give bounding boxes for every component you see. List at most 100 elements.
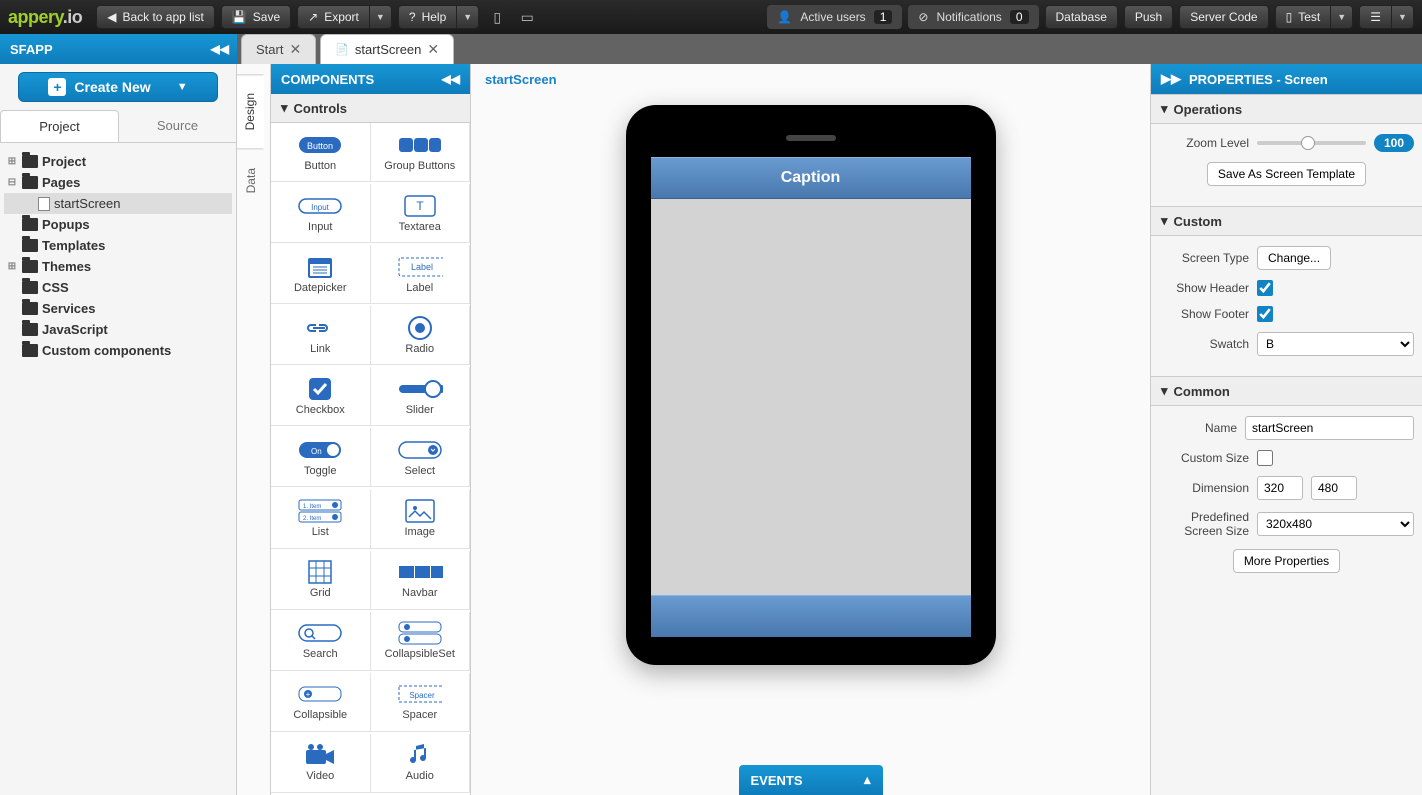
folder-icon	[22, 239, 38, 252]
close-icon[interactable]: ✕	[289, 41, 301, 58]
swatch-label: Swatch	[1159, 337, 1249, 351]
component-link[interactable]: Link	[271, 306, 371, 365]
tree-templates[interactable]: Templates	[4, 235, 232, 256]
expand-icon[interactable]: ⊞	[6, 156, 18, 167]
component-group-buttons[interactable]: Group Buttons	[371, 123, 471, 182]
component-list[interactable]: 1. Item2. ItemList	[271, 490, 371, 549]
screen-canvas[interactable]: Caption	[651, 157, 971, 637]
close-icon[interactable]: ✕	[427, 41, 439, 58]
back-to-app-list-button[interactable]: ◀Back to app list	[96, 5, 215, 29]
events-bar[interactable]: EVENTS ▴	[739, 765, 883, 795]
tab-start[interactable]: Start✕	[241, 34, 316, 64]
test-button[interactable]: ▯Test	[1275, 5, 1332, 29]
notifications-pill[interactable]: ⊘Notifications0	[908, 5, 1038, 29]
tab-startscreen[interactable]: 📄startScreen✕	[320, 34, 454, 64]
file-icon	[38, 197, 50, 211]
server-code-button[interactable]: Server Code	[1179, 5, 1268, 29]
screen-body[interactable]	[651, 199, 971, 595]
expand-right-icon[interactable]: ▶▶	[1161, 71, 1181, 87]
push-button[interactable]: Push	[1124, 5, 1173, 29]
component-collapsibleset[interactable]: CollapsibleSet	[371, 612, 471, 671]
export-icon: ↗	[308, 10, 318, 24]
component-toggle[interactable]: OnToggle	[271, 428, 371, 487]
create-new-button[interactable]: + Create New ▼	[18, 72, 218, 102]
active-users-pill[interactable]: 👤Active users1	[767, 5, 902, 29]
component-datepicker[interactable]: Datepicker	[271, 245, 371, 304]
more-properties-button[interactable]: More Properties	[1233, 549, 1340, 573]
tree-services[interactable]: Services	[4, 298, 232, 319]
show-header-checkbox[interactable]	[1257, 280, 1273, 296]
components-palette: COMPONENTS ◀◀ ▾Controls ButtonButton Gro…	[271, 64, 471, 795]
tree-themes[interactable]: ⊞Themes	[4, 256, 232, 277]
component-collapsible[interactable]: +Collapsible	[271, 673, 371, 732]
export-dropdown[interactable]: ▼	[370, 5, 392, 29]
section-operations[interactable]: ▾Operations	[1151, 94, 1422, 124]
export-button[interactable]: ↗Export	[297, 5, 370, 29]
section-common[interactable]: ▾Common	[1151, 376, 1422, 406]
component-video[interactable]: Video	[271, 734, 371, 793]
slider-thumb[interactable]	[1301, 136, 1315, 150]
menu-dropdown[interactable]: ▼	[1392, 5, 1414, 29]
section-custom[interactable]: ▾Custom	[1151, 206, 1422, 236]
component-checkbox[interactable]: Checkbox	[271, 367, 371, 426]
screen-footer[interactable]	[651, 595, 971, 637]
component-radio[interactable]: Radio	[371, 306, 471, 365]
collapse-icon[interactable]: ⊟	[6, 177, 18, 188]
vtab-design[interactable]: Design	[236, 74, 264, 149]
component-navbar[interactable]: Navbar	[371, 551, 471, 610]
tree-javascript[interactable]: JavaScript	[4, 319, 232, 340]
breadcrumb[interactable]: startScreen	[471, 64, 1150, 95]
dimension-width-input[interactable]	[1257, 476, 1303, 500]
tree-popups[interactable]: Popups	[4, 214, 232, 235]
component-slider[interactable]: Slider	[371, 367, 471, 426]
custom-size-checkbox[interactable]	[1257, 450, 1273, 466]
predefined-size-select[interactable]: 320x480	[1257, 512, 1414, 536]
component-button[interactable]: ButtonButton	[271, 123, 371, 182]
component-input[interactable]: InputInput	[271, 184, 371, 243]
name-input[interactable]	[1245, 416, 1414, 440]
tree-custom[interactable]: Custom components	[4, 340, 232, 361]
component-audio[interactable]: Audio	[371, 734, 471, 793]
show-footer-checkbox[interactable]	[1257, 306, 1273, 322]
speaker-icon	[786, 135, 836, 141]
tree-project[interactable]: ⊞Project	[4, 151, 232, 172]
component-label[interactable]: LabelLabel	[371, 245, 471, 304]
subtab-project[interactable]: Project	[0, 110, 119, 142]
folder-icon	[22, 281, 38, 294]
menu-button[interactable]: ☰	[1359, 5, 1392, 29]
save-icon: 💾	[232, 10, 247, 24]
phone-landscape-icon[interactable]: ▭	[515, 5, 539, 29]
save-template-button[interactable]: Save As Screen Template	[1207, 162, 1366, 186]
phone-portrait-icon[interactable]: ▯	[485, 5, 509, 29]
controls-section-header[interactable]: ▾Controls	[271, 94, 470, 123]
svg-text:+: +	[306, 690, 311, 699]
label-icon: Label	[397, 255, 443, 279]
test-dropdown[interactable]: ▼	[1331, 5, 1353, 29]
swatch-select[interactable]: B	[1257, 332, 1414, 356]
component-select[interactable]: Select	[371, 428, 471, 487]
subtab-source[interactable]: Source	[119, 110, 236, 142]
component-spacer[interactable]: SpacerSpacer	[371, 673, 471, 732]
help-dropdown[interactable]: ▼	[457, 5, 479, 29]
component-grid[interactable]: Grid	[271, 551, 371, 610]
screen-header[interactable]: Caption	[651, 157, 971, 199]
radio-icon	[397, 316, 443, 340]
collapse-left-icon[interactable]: ◀◀	[211, 42, 229, 56]
vtab-data[interactable]: Data	[237, 149, 265, 212]
dimension-height-input[interactable]	[1311, 476, 1357, 500]
tree-pages[interactable]: ⊟Pages	[4, 172, 232, 193]
component-textarea[interactable]: TTextarea	[371, 184, 471, 243]
tree-startscreen[interactable]: startScreen	[4, 193, 232, 214]
zoom-slider[interactable]	[1257, 141, 1366, 145]
expand-icon[interactable]: ⊞	[6, 261, 18, 272]
save-button[interactable]: 💾Save	[221, 5, 291, 29]
project-tree: ⊞Project ⊟Pages startScreen Popups Templ…	[0, 143, 236, 369]
change-screen-type-button[interactable]: Change...	[1257, 246, 1331, 270]
collapse-palette-icon[interactable]: ◀◀	[442, 72, 460, 86]
database-button[interactable]: Database	[1045, 5, 1118, 29]
project-panel: + Create New ▼ Project Source ⊞Project ⊟…	[0, 64, 237, 795]
tree-css[interactable]: CSS	[4, 277, 232, 298]
component-search[interactable]: Search	[271, 612, 371, 671]
component-image[interactable]: Image	[371, 490, 471, 549]
help-button[interactable]: ?Help	[398, 5, 457, 29]
